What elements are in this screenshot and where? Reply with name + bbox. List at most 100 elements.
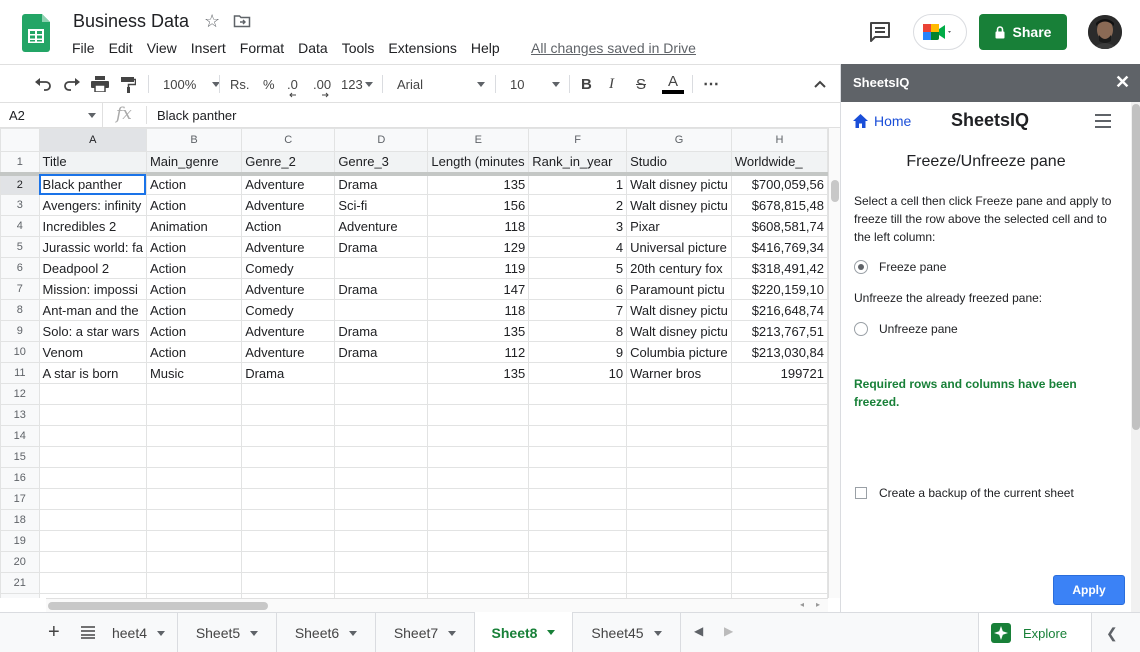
cell[interactable]: Paramount pictu bbox=[626, 278, 732, 300]
cell[interactable]: 4 bbox=[528, 236, 628, 258]
cell[interactable] bbox=[145, 446, 243, 468]
row-header[interactable]: 5 bbox=[0, 236, 40, 258]
cell[interactable] bbox=[145, 383, 243, 405]
row-header[interactable]: 4 bbox=[0, 215, 40, 237]
cell[interactable]: Title bbox=[38, 151, 147, 176]
cell[interactable] bbox=[38, 425, 147, 447]
cell[interactable] bbox=[241, 404, 336, 426]
cell[interactable] bbox=[427, 530, 530, 552]
cell[interactable] bbox=[528, 404, 628, 426]
menu-view[interactable]: View bbox=[140, 38, 184, 58]
unfreeze-pane-radio[interactable] bbox=[854, 322, 868, 336]
cell[interactable] bbox=[626, 446, 732, 468]
row-header[interactable]: 13 bbox=[0, 404, 40, 426]
redo-button[interactable] bbox=[63, 74, 81, 94]
horizontal-scrollbar[interactable]: ◂ ▸ bbox=[46, 598, 828, 612]
cell[interactable]: 199721 bbox=[730, 362, 828, 384]
cell[interactable]: Drama bbox=[334, 236, 429, 258]
number-format-select[interactable]: 123 bbox=[341, 74, 373, 94]
currency-format-button[interactable]: Rs. bbox=[230, 74, 250, 94]
scroll-right-icon[interactable]: ▸ bbox=[816, 600, 820, 609]
cell[interactable] bbox=[528, 446, 628, 468]
cell[interactable]: Sci-fi bbox=[334, 194, 429, 216]
sheet-tab-active[interactable]: Sheet8 bbox=[474, 612, 573, 652]
cell[interactable]: $700,059,56 bbox=[730, 173, 828, 195]
cell[interactable]: 135 bbox=[427, 320, 530, 342]
cell[interactable]: Action bbox=[145, 341, 243, 363]
cell[interactable] bbox=[38, 404, 147, 426]
row-header[interactable]: 6 bbox=[0, 257, 40, 279]
cell[interactable] bbox=[528, 425, 628, 447]
cell[interactable]: 3 bbox=[528, 215, 628, 237]
row-header[interactable]: 22 bbox=[0, 593, 40, 598]
text-color-button[interactable]: A bbox=[662, 74, 684, 94]
menu-edit[interactable]: Edit bbox=[102, 38, 140, 58]
cell[interactable]: Venom bbox=[38, 341, 147, 363]
cell[interactable] bbox=[334, 362, 429, 384]
sheet-tab[interactable]: Sheet7 bbox=[376, 613, 475, 652]
row-header[interactable]: 2 bbox=[0, 173, 40, 195]
cell[interactable]: 6 bbox=[528, 278, 628, 300]
cell[interactable]: Drama bbox=[334, 173, 429, 195]
cell[interactable]: Adventure bbox=[334, 215, 429, 237]
cell[interactable]: Adventure bbox=[241, 341, 336, 363]
cell[interactable]: Length (minutes bbox=[427, 151, 530, 176]
home-link[interactable]: Home bbox=[853, 113, 911, 129]
cell[interactable]: Columbia picture bbox=[626, 341, 732, 363]
cell[interactable]: $608,581,74 bbox=[730, 215, 828, 237]
menu-insert[interactable]: Insert bbox=[184, 38, 233, 58]
cell[interactable]: A star is born bbox=[38, 362, 147, 384]
column-header[interactable]: G bbox=[626, 128, 732, 152]
cell[interactable]: 118 bbox=[427, 299, 530, 321]
menu-tools[interactable]: Tools bbox=[335, 38, 382, 58]
cell[interactable] bbox=[626, 551, 732, 573]
cell[interactable] bbox=[427, 383, 530, 405]
add-sheet-icon[interactable]: + bbox=[48, 621, 60, 644]
cell[interactable]: Adventure bbox=[241, 278, 336, 300]
cell[interactable] bbox=[528, 551, 628, 573]
cell[interactable]: Drama bbox=[334, 320, 429, 342]
cell[interactable] bbox=[528, 572, 628, 594]
cell[interactable] bbox=[334, 572, 429, 594]
cell[interactable] bbox=[241, 488, 336, 510]
cell[interactable]: Walt disney pictu bbox=[626, 320, 732, 342]
side-panel-scrollbar[interactable] bbox=[1131, 102, 1140, 612]
cell[interactable]: Main_genre bbox=[145, 151, 243, 176]
cell[interactable] bbox=[626, 572, 732, 594]
row-header[interactable]: 18 bbox=[0, 509, 40, 531]
cell[interactable] bbox=[241, 467, 336, 489]
cell[interactable] bbox=[528, 488, 628, 510]
cell[interactable]: Rank_in_year bbox=[528, 151, 628, 176]
cell[interactable] bbox=[241, 572, 336, 594]
cell[interactable]: 8 bbox=[528, 320, 628, 342]
cell[interactable]: Pixar bbox=[626, 215, 732, 237]
font-size-select[interactable]: 10 bbox=[510, 74, 560, 94]
cell[interactable] bbox=[334, 257, 429, 279]
column-header[interactable]: F bbox=[528, 128, 628, 152]
row-header[interactable]: 12 bbox=[0, 383, 40, 405]
backup-option[interactable]: Create a backup of the current sheet bbox=[855, 486, 1074, 500]
italic-button[interactable]: I bbox=[609, 74, 614, 94]
close-icon[interactable]: ✕ bbox=[1115, 72, 1130, 93]
cell[interactable]: Walt disney pictu bbox=[626, 173, 732, 195]
column-header[interactable]: C bbox=[241, 128, 336, 152]
cell[interactable] bbox=[38, 530, 147, 552]
cell[interactable] bbox=[145, 530, 243, 552]
sheet-tab[interactable]: heet4 bbox=[100, 613, 178, 652]
undo-button[interactable] bbox=[34, 74, 52, 94]
cell[interactable]: 9 bbox=[528, 341, 628, 363]
cell[interactable]: Incredibles 2 bbox=[38, 215, 147, 237]
cell[interactable]: Comedy bbox=[241, 299, 336, 321]
strikethrough-button[interactable]: S bbox=[636, 74, 646, 94]
cell[interactable] bbox=[38, 488, 147, 510]
cell[interactable] bbox=[334, 299, 429, 321]
cell[interactable]: Drama bbox=[334, 278, 429, 300]
cell[interactable]: Adventure bbox=[241, 320, 336, 342]
cell[interactable] bbox=[427, 488, 530, 510]
cell[interactable]: 135 bbox=[427, 362, 530, 384]
user-avatar[interactable] bbox=[1088, 15, 1122, 49]
cell[interactable] bbox=[730, 467, 828, 489]
cell[interactable]: Action bbox=[145, 257, 243, 279]
cell[interactable] bbox=[241, 446, 336, 468]
meet-button[interactable] bbox=[913, 14, 967, 50]
